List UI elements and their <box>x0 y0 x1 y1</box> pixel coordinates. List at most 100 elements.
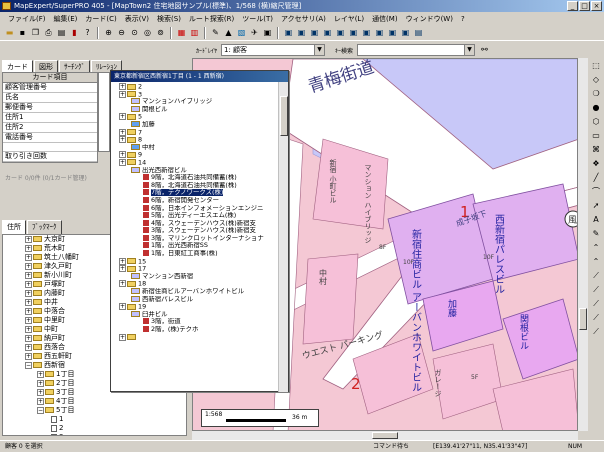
address-list-item[interactable]: 関根ビル <box>113 105 277 114</box>
map-view-7-icon[interactable]: ▣ <box>361 28 372 39</box>
card-field-row[interactable]: 郵便番号 <box>3 103 97 113</box>
popup-scrollbar[interactable] <box>278 82 288 392</box>
map-view-3-icon[interactable]: ▣ <box>309 28 320 39</box>
print-icon[interactable]: ⎙ <box>43 28 54 39</box>
route-icon[interactable]: ✈ <box>249 28 260 39</box>
card-field-row[interactable]: 電話番号 <box>3 133 97 143</box>
address-list-item[interactable]: 4階，スウェーデンハウス(株)新宿支 <box>113 219 277 228</box>
tab-address[interactable]: 住所 <box>2 220 26 234</box>
expand-icon[interactable]: + <box>119 136 126 144</box>
expand-icon[interactable]: + <box>119 83 126 90</box>
minimize-button[interactable]: _ <box>567 1 578 11</box>
bookmark-icon[interactable]: ▮ <box>69 28 80 39</box>
menu-help[interactable]: ? <box>457 12 469 26</box>
zoom-fit-icon[interactable]: ⊚ <box>155 28 166 39</box>
address-list-item[interactable]: +19 <box>113 303 277 311</box>
expand-icon[interactable]: + <box>119 90 126 98</box>
expand-icon[interactable]: + <box>119 280 126 288</box>
binoculars-icon[interactable]: ⚯ <box>479 45 490 56</box>
address-list-item[interactable]: +15 <box>113 257 277 266</box>
address-list-item[interactable]: 中村 <box>113 143 277 152</box>
map-view-8-icon[interactable]: ▣ <box>374 28 385 39</box>
tree-item[interactable]: +4丁目 <box>3 397 186 406</box>
chevron-down-icon[interactable]: ▼ <box>314 45 325 55</box>
address-list-item[interactable]: 6階，日本インフォメーションエンジニ <box>113 204 277 213</box>
menu-card[interactable]: カード(C) <box>81 12 120 26</box>
zoom-prev-icon[interactable]: ◎ <box>142 28 153 39</box>
expand-icon[interactable]: + <box>119 128 126 136</box>
menu-search[interactable]: 検索(S) <box>153 12 185 26</box>
dump-icon[interactable]: ▣ <box>262 28 273 39</box>
scroll-thumb[interactable] <box>579 308 587 330</box>
menu-route[interactable]: ルート探索(R) <box>185 12 238 26</box>
tree-item[interactable]: 1 <box>3 415 186 424</box>
map-view-10-icon[interactable]: ▣ <box>400 28 411 39</box>
pen-icon[interactable]: ✎ <box>593 230 600 238</box>
rect-icon[interactable]: ▭ <box>592 132 600 140</box>
address-list-item[interactable]: 7階，テクノワークス(株) <box>113 189 277 197</box>
map-view-9-icon[interactable]: ▣ <box>387 28 398 39</box>
address-list-item[interactable]: 2階，(株)テクホ <box>113 326 277 334</box>
draw-line-icon[interactable]: ⟋ <box>593 300 599 308</box>
card-field-row[interactable]: 住所2 <box>3 123 97 133</box>
address-list[interactable]: +2 +3 マンションハイブリッジ 関根ビル +5 加藤 +7 +8 中村 +9 +14 出光西新宿ビ… <box>113 83 277 391</box>
address-list-item[interactable]: 3階，マリンクロットインターナショナ <box>113 234 277 243</box>
maximize-button[interactable]: □ <box>579 1 590 11</box>
draw-line-icon[interactable]: ⟋ <box>593 328 599 336</box>
address-list-item[interactable]: +9 <box>113 151 277 159</box>
save-icon[interactable]: ▪ <box>17 28 28 39</box>
address-list-item[interactable]: 3階，街道 <box>113 318 277 326</box>
address-list-item[interactable]: +8 <box>113 136 277 144</box>
expand-icon[interactable]: + <box>119 265 126 273</box>
menu-view[interactable]: 表示(V) <box>121 12 153 26</box>
preview-icon[interactable]: ▤ <box>56 28 67 39</box>
map-view-4-icon[interactable]: ▣ <box>322 28 333 39</box>
key-search-select[interactable]: ▼ <box>357 44 476 56</box>
expand-icon[interactable]: + <box>119 151 126 159</box>
address-list-item[interactable]: +17 <box>113 265 277 273</box>
address-list-item[interactable]: マンション西新宿 <box>113 272 277 281</box>
menu-accessory[interactable]: アクセサリ(A) <box>277 12 330 26</box>
measure-icon[interactable]: ▲ <box>223 28 234 39</box>
tree-item[interactable]: 2 <box>3 424 186 433</box>
table-icon[interactable]: ▥ <box>189 28 200 39</box>
scroll-thumb[interactable] <box>280 96 288 136</box>
circle-icon[interactable]: ● <box>593 104 600 112</box>
address-list-item[interactable]: 1階，日東紅工商事(株) <box>113 250 277 258</box>
card-field-row[interactable]: 氏名 <box>3 93 97 103</box>
arc-icon[interactable]: ⌒ <box>592 188 600 196</box>
address-list-item[interactable]: 新宿住商ビルアーバンホワイトビル <box>113 288 277 296</box>
help-icon[interactable]: ? <box>82 28 93 39</box>
map-horizontal-scrollbar[interactable] <box>192 431 578 440</box>
map-view-11-icon[interactable]: ▤ <box>413 28 424 39</box>
address-list-item[interactable]: + <box>113 333 277 342</box>
address-list-item[interactable]: +3 <box>113 90 277 99</box>
line-icon[interactable]: ╱ <box>594 174 599 182</box>
menu-edit[interactable]: 編集(E) <box>50 12 82 26</box>
close-button[interactable]: × <box>591 1 602 11</box>
address-list-item[interactable]: 8階，北海道石油共同備蓄(株) <box>113 181 277 190</box>
card-field-row[interactable] <box>3 143 97 152</box>
chevron-up-icon[interactable]: ⌃ <box>593 244 600 252</box>
copy-icon[interactable]: ❐ <box>30 28 41 39</box>
address-list-item[interactable]: 西新宿パレスビル <box>113 295 277 304</box>
card-field-row[interactable]: 顧客管理番号 <box>3 83 97 93</box>
map-view-5-icon[interactable]: ▣ <box>335 28 346 39</box>
address-list-item[interactable]: 加藤 <box>113 120 277 129</box>
menu-comm[interactable]: 通信(M) <box>368 12 402 26</box>
grid-icon[interactable]: ▦ <box>176 28 187 39</box>
menu-window[interactable]: ウィンドウ(W) <box>402 12 457 26</box>
chevron-up-icon[interactable]: ⌃ <box>593 258 600 266</box>
expand-icon[interactable]: + <box>119 303 126 311</box>
map-view-6-icon[interactable]: ▣ <box>348 28 359 39</box>
expand-icon[interactable]: + <box>119 113 126 121</box>
address-list-item[interactable]: 臼井ビル <box>113 310 277 319</box>
link-icon[interactable]: ⌘ <box>592 146 600 154</box>
card-field-row[interactable]: 取り引き回数 <box>3 152 97 162</box>
map-vertical-scrollbar[interactable] <box>578 58 588 431</box>
map-view-2-icon[interactable]: ▣ <box>296 28 307 39</box>
menu-layer[interactable]: レイヤ(L) <box>330 12 368 26</box>
layer-icon[interactable]: ▧ <box>236 28 247 39</box>
text-icon[interactable]: A <box>593 216 598 224</box>
address-list-item[interactable]: 6階，新宿開発センター <box>113 196 277 205</box>
